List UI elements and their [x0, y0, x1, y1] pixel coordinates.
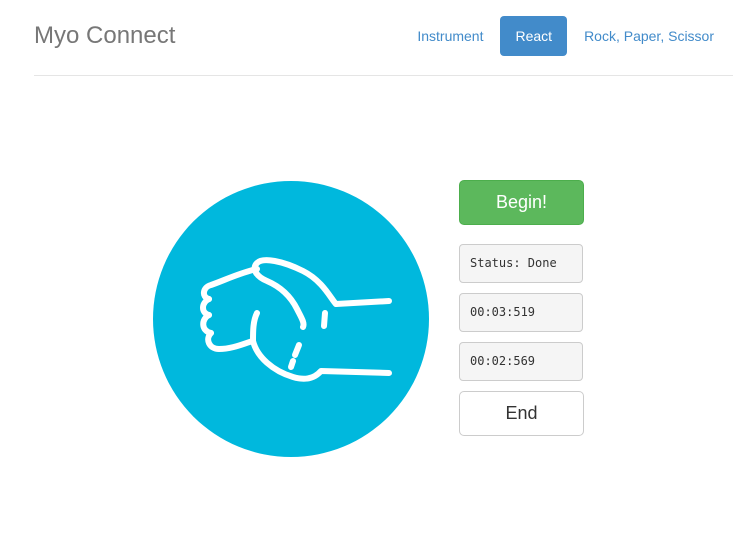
nav-item-react[interactable]: React	[500, 16, 568, 56]
brand-title[interactable]: Myo Connect	[34, 20, 175, 52]
status-field: Status: Done	[459, 244, 583, 283]
header-divider	[34, 75, 733, 76]
main-nav: Instrument React Rock, Paper, Scissor	[402, 16, 729, 56]
end-button[interactable]: End	[459, 391, 584, 436]
time-field-1: 00:03:519	[459, 293, 583, 332]
nav-item-rock-paper-scissor[interactable]: Rock, Paper, Scissor	[569, 16, 729, 56]
begin-button[interactable]: Begin!	[459, 180, 584, 225]
open-palm-hand-icon	[200, 257, 392, 382]
gesture-circle	[153, 181, 429, 457]
control-panel: Begin! Status: Done 00:03:519 00:02:569 …	[459, 180, 584, 436]
time-field-2: 00:02:569	[459, 342, 583, 381]
page: Myo Connect Instrument React Rock, Paper…	[0, 0, 749, 560]
nav-item-instrument[interactable]: Instrument	[402, 16, 498, 56]
